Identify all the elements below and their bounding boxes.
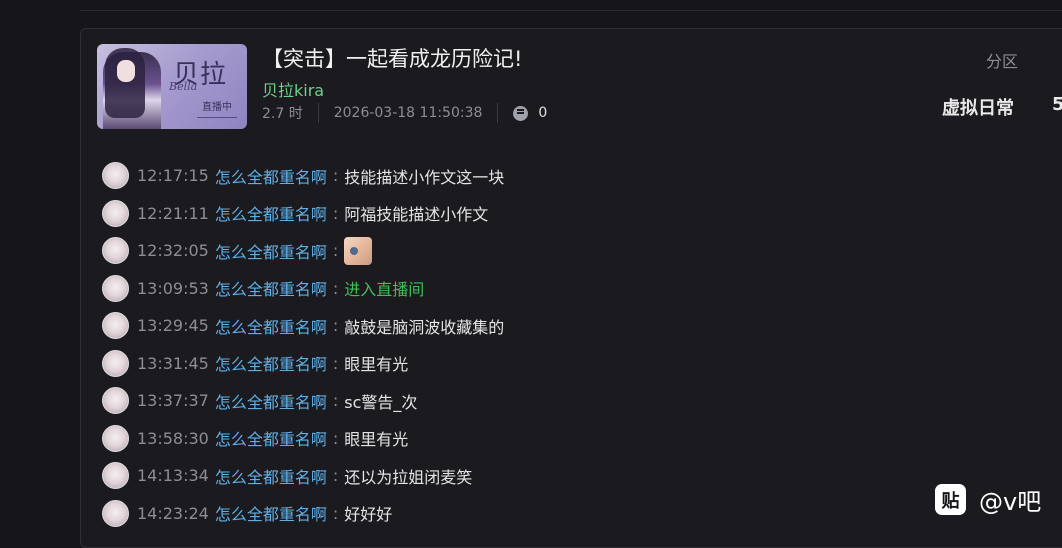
tieba-logo-icon: 贴	[935, 484, 966, 515]
message-time: 14:13:34	[137, 466, 209, 486]
avatar[interactable]	[102, 349, 129, 377]
message-separator: :	[332, 428, 339, 448]
message-time: 13:58:30	[137, 428, 209, 448]
stream-thumbnail[interactable]: 贝拉 Bella 直播中	[97, 44, 247, 129]
thumbnail-character-hair	[105, 48, 145, 118]
message-user[interactable]: 怎么全都重名啊	[215, 276, 327, 300]
danmaku-row: 13:58:30 怎么全都重名啊 : 眼里有光	[102, 420, 1002, 458]
message-text: 还以为拉姐闭麦笑	[344, 467, 473, 487]
comment-icon	[513, 105, 529, 121]
avatar[interactable]	[102, 424, 129, 452]
message-separator: :	[332, 391, 339, 411]
watermark-text: @v吧	[979, 488, 1042, 516]
avatar[interactable]	[102, 274, 129, 302]
avatar[interactable]	[102, 462, 129, 490]
meta-divider	[317, 103, 319, 123]
comment-count: 0	[538, 105, 548, 121]
message-separator: :	[332, 466, 339, 486]
thumbnail-character-face	[117, 60, 135, 82]
stream-duration: 2.7 时	[262, 106, 303, 122]
avatar[interactable]	[102, 199, 129, 227]
thumbnail-live-badge: 直播中	[197, 98, 237, 118]
danmaku-row: 12:17:15 怎么全都重名啊 : 技能描述小作文这一块	[102, 157, 1002, 195]
category-label: 分区	[986, 52, 1019, 71]
avatar[interactable]	[102, 162, 129, 190]
danmaku-row: 13:29:45 怎么全都重名啊 : 敲鼓是脑洞波收藏集的	[102, 307, 1002, 345]
avatar[interactable]	[102, 312, 129, 340]
message-time: 13:29:45	[137, 316, 209, 336]
stream-title[interactable]: 【突击】一起看成龙历险记!	[262, 43, 522, 73]
message-separator: :	[332, 316, 339, 336]
message-separator: :	[332, 241, 339, 261]
danmaku-row: 13:09:53 怎么全都重名啊 : 进入直播间	[102, 270, 1002, 308]
stream-meta: 2.7 时 2026-03-18 11:50:38 0	[262, 103, 547, 123]
danmaku-row: 12:21:11 怎么全都重名啊 : 阿福技能描述小作文	[102, 195, 1002, 233]
message-time: 12:21:11	[137, 203, 209, 223]
message-separator: :	[332, 503, 339, 523]
message-user[interactable]: 怎么全都重名啊	[215, 314, 327, 338]
message-user[interactable]: 怎么全都重名啊	[215, 351, 327, 375]
message-text: 技能描述小作文这一块	[344, 167, 505, 187]
message-time: 12:17:15	[137, 166, 209, 186]
message-user[interactable]: 怎么全都重名啊	[215, 464, 327, 488]
danmaku-row: 13:37:37 怎么全都重名啊 : sc警告_次	[102, 382, 1002, 420]
category-extra: 5	[1052, 94, 1062, 115]
stream-datetime: 2026-03-18 11:50:38	[333, 105, 483, 121]
message-user[interactable]: 怎么全都重名啊	[215, 164, 327, 188]
system-message-text: 进入直播间	[344, 280, 425, 300]
message-time: 13:37:37	[137, 391, 209, 411]
message-separator: :	[332, 203, 339, 223]
message-user[interactable]: 怎么全都重名啊	[215, 501, 327, 525]
message-text: 敲鼓是脑洞波收藏集的	[344, 317, 505, 337]
stream-card: 贝拉 Bella 直播中 【突击】一起看成龙历险记! 贝拉kira 2.7 时 …	[80, 28, 1062, 548]
sticker-emote-icon	[344, 236, 373, 265]
meta-divider	[497, 103, 499, 123]
message-separator: :	[332, 278, 339, 298]
message-text: 眼里有光	[344, 355, 409, 375]
avatar[interactable]	[102, 237, 129, 265]
message-user[interactable]: 怎么全都重名啊	[215, 389, 327, 413]
message-text: 好好好	[344, 505, 393, 525]
message-user[interactable]: 怎么全都重名啊	[215, 426, 327, 450]
avatar[interactable]	[102, 499, 129, 527]
message-user[interactable]: 怎么全都重名啊	[215, 239, 327, 263]
category-value[interactable]: 虚拟日常	[942, 94, 1014, 120]
message-time: 13:09:53	[137, 278, 209, 298]
message-separator: :	[332, 166, 339, 186]
message-separator: :	[332, 353, 339, 373]
message-time: 13:31:45	[137, 353, 209, 373]
top-divider	[80, 0, 1062, 11]
message-time: 14:23:24	[137, 503, 209, 523]
message-text: 阿福技能描述小作文	[344, 205, 489, 225]
message-user[interactable]: 怎么全都重名啊	[215, 201, 327, 225]
message-text: 眼里有光	[344, 430, 409, 450]
watermark: 贴 @v吧	[935, 482, 1041, 517]
thumbnail-logo-sub: Bella	[169, 80, 198, 93]
streamer-name[interactable]: 贝拉kira	[262, 77, 324, 101]
message-time: 12:32:05	[137, 241, 209, 261]
danmaku-row: 14:23:24 怎么全都重名啊 : 好好好	[102, 495, 1002, 533]
danmaku-row: 13:31:45 怎么全都重名啊 : 眼里有光	[102, 345, 1002, 383]
danmaku-row: 14:13:34 怎么全都重名啊 : 还以为拉姐闭麦笑	[102, 457, 1002, 495]
danmaku-list: 12:17:15 怎么全都重名啊 : 技能描述小作文这一块 12:21:11 怎…	[102, 157, 1002, 532]
danmaku-row: 12:32:05 怎么全都重名啊 :	[102, 232, 1002, 270]
message-text: sc警告_次	[344, 392, 418, 412]
avatar[interactable]	[102, 387, 129, 415]
